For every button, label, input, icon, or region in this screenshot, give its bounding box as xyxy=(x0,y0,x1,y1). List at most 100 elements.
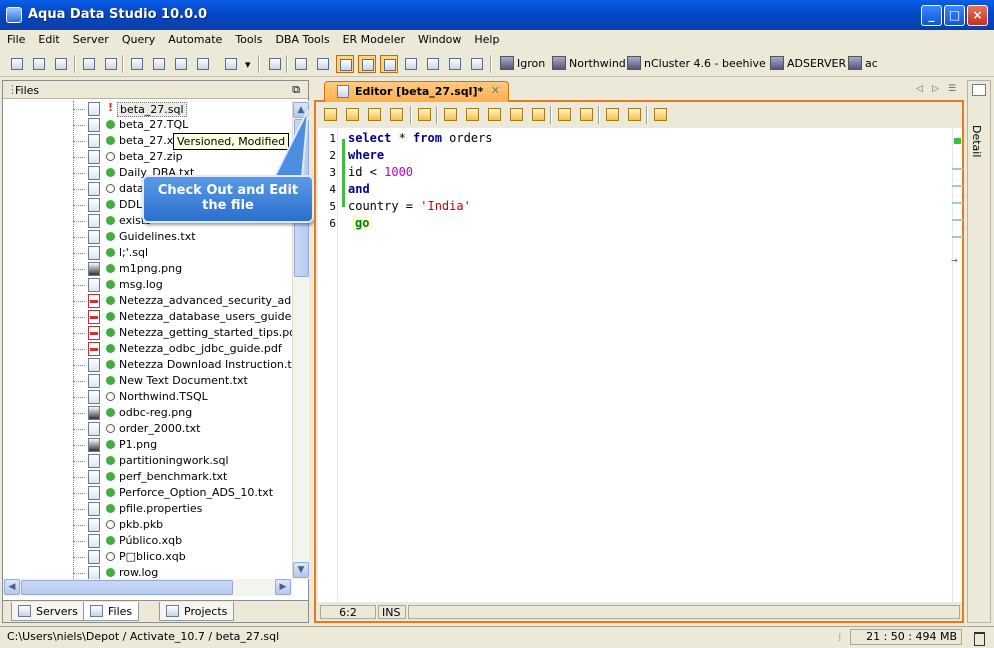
edit-server-icon[interactable] xyxy=(30,55,48,73)
grid-icon[interactable] xyxy=(468,55,486,73)
change-marker xyxy=(342,139,345,207)
menu-file[interactable]: File xyxy=(0,30,31,46)
server-ncluster[interactable]: nCluster 4.6 - beehive - xyxy=(627,56,773,72)
server-adserver[interactable]: ADSERVER xyxy=(770,56,846,72)
file-row[interactable]: row.log xyxy=(73,565,292,579)
tab-projects[interactable]: Projects xyxy=(159,602,235,621)
layout-6-icon[interactable] xyxy=(402,55,420,73)
files-panel-header: ⋮ Files ⧉ xyxy=(3,81,308,99)
file-row[interactable]: pkb.pkb xyxy=(73,517,292,533)
format-icon[interactable] xyxy=(556,106,574,124)
horizontal-scrollbar[interactable]: ◀ ▶ xyxy=(3,579,292,596)
connect-icon[interactable] xyxy=(80,55,98,73)
server-ac[interactable]: ac xyxy=(848,56,878,72)
menu-window[interactable]: Window xyxy=(411,30,467,46)
server-northwind[interactable]: Northwind xyxy=(552,56,626,72)
register-server-icon[interactable] xyxy=(52,55,70,73)
file-row[interactable]: Netezza_advanced_security_admin_ xyxy=(73,293,292,309)
print-icon[interactable] xyxy=(266,55,284,73)
script-icon[interactable] xyxy=(222,55,240,73)
lowercase-icon[interactable] xyxy=(626,106,644,124)
table-data-icon[interactable] xyxy=(172,55,190,73)
new-query-icon[interactable] xyxy=(322,106,340,124)
undo-icon[interactable] xyxy=(508,106,526,124)
editor-tab[interactable]: Editor [beta_27.sql]* ✕ xyxy=(324,81,509,102)
scroll-left-icon[interactable]: ◀ xyxy=(4,579,20,595)
find-icon[interactable] xyxy=(652,106,670,124)
file-row[interactable]: perf_benchmark.txt xyxy=(73,469,292,485)
file-row[interactable]: m1png.png xyxy=(73,261,292,277)
restore-icon[interactable]: ⧉ xyxy=(292,83,300,97)
layout-4-icon[interactable] xyxy=(358,55,376,73)
grip-icon: ⁞ xyxy=(838,631,842,644)
gutter-divider xyxy=(337,128,338,602)
file-row[interactable]: partitioningwork.sql xyxy=(73,453,292,469)
query-window-icon[interactable] xyxy=(128,55,146,73)
print-icon[interactable] xyxy=(416,106,434,124)
menu-tools[interactable]: Tools xyxy=(228,30,268,46)
server-igron[interactable]: Igron xyxy=(500,56,545,72)
layout-3-icon[interactable] xyxy=(336,55,354,73)
file-row[interactable]: P1.png xyxy=(73,437,292,453)
file-row[interactable]: Northwind.TSQL xyxy=(73,389,292,405)
chart-icon[interactable] xyxy=(446,55,464,73)
new-server-icon[interactable] xyxy=(8,55,26,73)
file-row[interactable]: Perforce_Option_ADS_10.txt xyxy=(73,485,292,501)
tab-files[interactable]: Files xyxy=(83,602,140,621)
file-name: Northwind.TSQL xyxy=(119,390,208,403)
file-row[interactable]: l;'.sql xyxy=(73,245,292,261)
app-icon xyxy=(6,7,22,23)
file-row[interactable]: pfile.properties xyxy=(73,501,292,517)
layout-2-icon[interactable] xyxy=(314,55,332,73)
file-row[interactable]: P□blico.xqb xyxy=(73,549,292,565)
scroll-right-icon[interactable]: ▶ xyxy=(275,579,291,595)
tab-servers[interactable]: Servers xyxy=(11,602,85,621)
menu-query[interactable]: Query xyxy=(115,30,161,46)
query-analyzer-icon[interactable] xyxy=(150,55,168,73)
save-icon[interactable] xyxy=(366,106,384,124)
file-name: pfile.properties xyxy=(119,502,203,515)
maximize-button[interactable]: □ xyxy=(944,5,965,26)
open-file-icon[interactable] xyxy=(344,106,362,124)
file-row[interactable]: msg.log xyxy=(73,277,292,293)
minimize-button[interactable]: _ xyxy=(921,5,942,26)
close-button[interactable]: × xyxy=(967,5,988,26)
code-editor[interactable]: → 1 select * from orders 2 where 3 id < 1000 4… xyxy=(318,128,963,602)
detail-panel-toggle[interactable]: Detail xyxy=(967,80,991,623)
file-row[interactable]: New Text Document.txt xyxy=(73,373,292,389)
file-row[interactable]: Netezza_odbc_jdbc_guide.pdf xyxy=(73,341,292,357)
layout-5-icon[interactable] xyxy=(380,55,398,73)
tab-list-icon[interactable]: ☰ xyxy=(948,84,956,94)
layout-7-icon[interactable] xyxy=(424,55,442,73)
file-row[interactable]: Guidelines.txt xyxy=(73,229,292,245)
scroll-down-icon[interactable]: ▼ xyxy=(293,562,309,578)
file-row[interactable]: order_2000.txt xyxy=(73,421,292,437)
file-row[interactable]: Netezza Download Instruction.txt xyxy=(73,357,292,373)
uppercase-icon[interactable] xyxy=(604,106,622,124)
disconnect-icon[interactable] xyxy=(102,55,120,73)
menu-help[interactable]: Help xyxy=(467,30,505,46)
schema-icon[interactable] xyxy=(194,55,212,73)
copy-icon[interactable] xyxy=(464,106,482,124)
menu-automate[interactable]: Automate xyxy=(161,30,228,46)
trash-icon[interactable] xyxy=(972,629,986,646)
redo-icon[interactable] xyxy=(530,106,548,124)
versioned-status-icon xyxy=(106,312,115,321)
menu-er-modeler[interactable]: ER Modeler xyxy=(336,30,411,46)
close-tab-icon[interactable]: ✕ xyxy=(491,84,500,97)
menu-server[interactable]: Server xyxy=(66,30,115,46)
file-row[interactable]: Netezza_database_users_guide.pdf xyxy=(73,309,292,325)
file-row[interactable]: odbc-reg.png xyxy=(73,405,292,421)
save-as-icon[interactable] xyxy=(388,106,406,124)
file-row[interactable]: Público.xqb xyxy=(73,533,292,549)
tab-next-icon[interactable]: ▷ xyxy=(932,84,939,94)
menu-edit[interactable]: Edit xyxy=(31,30,65,46)
file-row[interactable]: Netezza_getting_started_tips.pdf xyxy=(73,325,292,341)
menu-dba-tools[interactable]: DBA Tools xyxy=(268,30,335,46)
scroll-thumb-horizontal[interactable] xyxy=(21,580,233,595)
tab-prev-icon[interactable]: ◁ xyxy=(916,84,923,94)
comment-icon[interactable] xyxy=(578,106,596,124)
cut-icon[interactable] xyxy=(442,106,460,124)
layout-1-icon[interactable] xyxy=(292,55,310,73)
paste-icon[interactable] xyxy=(486,106,504,124)
